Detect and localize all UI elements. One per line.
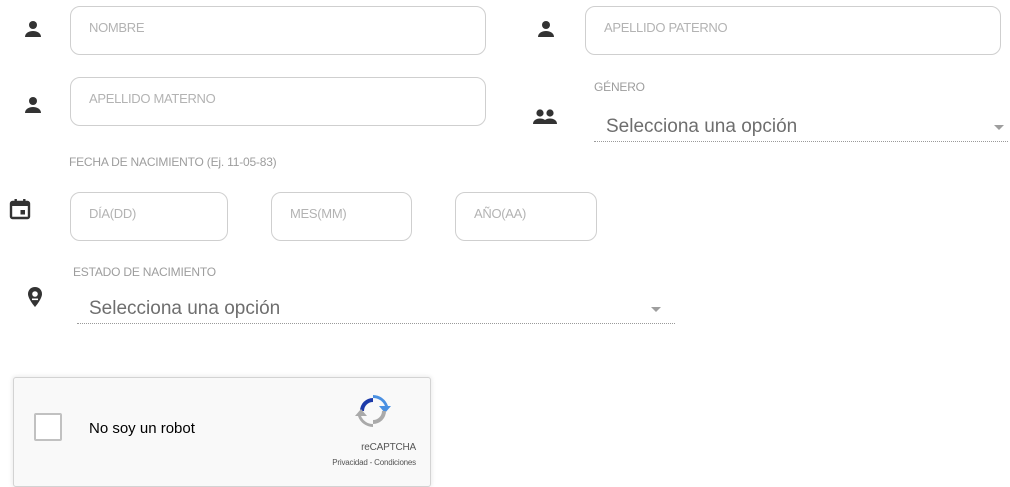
- recaptcha-label: No soy un robot: [89, 420, 195, 437]
- apellido-paterno-placeholder: APELLIDO PATERNO: [604, 20, 728, 35]
- mes-placeholder: MES(MM): [290, 206, 347, 221]
- fecha-nacimiento-label: FECHA DE NACIMIENTO (Ej. 11-05-83): [69, 155, 277, 169]
- recaptcha-brand: reCAPTCHA: [361, 442, 416, 453]
- dia-input[interactable]: DÍA(DD): [70, 192, 228, 241]
- nombre-input[interactable]: NOMBRE: [70, 6, 486, 55]
- location-pin-icon: [23, 285, 47, 309]
- calendar-icon: [8, 197, 32, 221]
- chevron-down-icon: [994, 125, 1004, 130]
- person-icon: [534, 17, 558, 41]
- genero-label: GÉNERO: [594, 80, 645, 94]
- estado-nacimiento-value: Selecciona una opción: [89, 298, 281, 319]
- genero-value: Selecciona una opción: [606, 116, 798, 137]
- apellido-materno-input[interactable]: APELLIDO MATERNO: [70, 77, 486, 126]
- recaptcha-links[interactable]: Privacidad - Condiciones: [332, 458, 416, 467]
- people-icon: [530, 105, 560, 129]
- recaptcha-checkbox[interactable]: [34, 413, 62, 441]
- apellido-paterno-input[interactable]: APELLIDO PATERNO: [585, 6, 1001, 55]
- person-icon: [21, 17, 45, 41]
- recaptcha-widget: No soy un robot reCAPTCHA Privacidad - C…: [13, 377, 431, 487]
- recaptcha-logo-icon: [352, 394, 394, 428]
- dia-placeholder: DÍA(DD): [89, 206, 137, 221]
- estado-nacimiento-label: ESTADO DE NACIMIENTO: [73, 265, 216, 279]
- genero-select[interactable]: Selecciona una opción: [594, 112, 1008, 142]
- apellido-materno-placeholder: APELLIDO MATERNO: [89, 91, 216, 106]
- mes-input[interactable]: MES(MM): [271, 192, 412, 241]
- anio-input[interactable]: AÑO(AA): [455, 192, 597, 241]
- nombre-placeholder: NOMBRE: [89, 20, 145, 35]
- person-icon: [21, 93, 45, 117]
- chevron-down-icon: [651, 307, 661, 312]
- anio-placeholder: AÑO(AA): [474, 206, 527, 221]
- estado-nacimiento-select[interactable]: Selecciona una opción: [77, 294, 675, 324]
